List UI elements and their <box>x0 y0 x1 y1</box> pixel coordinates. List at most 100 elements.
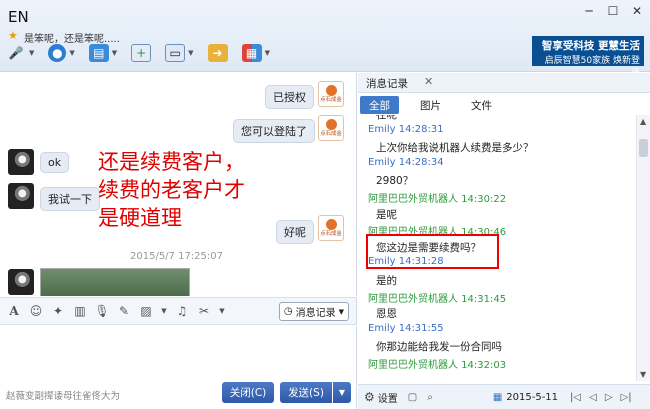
history-bottom-bar: ⚙ 设置 ▢ ⌕ ▦ 2015-5-11 |◁ ◁ ▷ ▷| <box>358 384 650 409</box>
scissors-icon[interactable]: ✂ <box>196 303 212 319</box>
tab-message-history[interactable]: 消息记录 <box>366 76 408 91</box>
chevron-down-icon: ▼ <box>111 49 118 57</box>
history-message-header: 阿里巴巴外贸机器人 14:32:03 <box>368 360 507 371</box>
apps-icon: ▦ <box>241 44 262 62</box>
chevron-down-icon[interactable]: ▼ <box>218 303 226 319</box>
ad-line-1: 智享受科技 更慧生活 <box>541 40 640 52</box>
video-call-button[interactable]: ● ▼ <box>48 44 75 62</box>
history-message-text: 2980？ <box>376 175 414 188</box>
message-history-button[interactable]: ◷ 消息记录 ▼ <box>278 302 349 321</box>
history-message-text: 是的 <box>376 275 397 287</box>
calendar-icon[interactable]: ▦ <box>493 392 502 403</box>
apps-button[interactable]: ▦ ▼ <box>241 44 270 62</box>
annotation-line: 是硬道理 <box>98 206 182 230</box>
contact-signature: 是笨呢，还是笨呢..... <box>24 34 120 45</box>
prev-page-icon[interactable]: ◁ <box>589 392 597 403</box>
red-annotation: 还是续费客户， 续费的老客户才 是硬道理 <box>98 148 328 232</box>
message-input[interactable] <box>0 326 357 381</box>
group-add-icon: + <box>131 44 152 62</box>
avatar-label: 点石成金 <box>320 130 342 137</box>
last-page-icon[interactable]: ▷| <box>621 392 632 403</box>
chevron-down-icon: ▼ <box>69 49 75 57</box>
scroll-down-icon[interactable]: ▼ <box>640 370 646 379</box>
history-message-text: 在呢 <box>376 115 397 121</box>
close-icon[interactable]: ✕ <box>424 75 433 88</box>
avatar-label: 点石成金 <box>320 96 342 103</box>
avatar[interactable] <box>8 269 34 295</box>
history-message-text: 恩恩 <box>376 308 397 321</box>
avatar[interactable] <box>8 149 34 175</box>
history-date[interactable]: 2015-5-11 <box>506 392 558 403</box>
share-icon: ➜ <box>207 44 228 62</box>
maximize-icon[interactable]: ☐ <box>606 4 620 18</box>
font-icon[interactable]: A <box>6 303 22 319</box>
close-icon[interactable]: ✕ <box>630 4 644 18</box>
shop-logo-icon <box>325 85 337 96</box>
avatar[interactable]: 点石成金 <box>318 81 344 107</box>
ad-banner[interactable]: 智享受科技 更慧生活 启辰智慧50家族 焕新登场 <box>532 36 644 79</box>
input-toolbar: A ☺ ✦ ▥ 🎙 ✎ ▨ ▼ ♫ ✂ ▼ ◷ 消息记录 ▼ <box>0 297 357 325</box>
send-options-button[interactable]: ▼ <box>333 382 351 403</box>
first-page-icon[interactable]: |◁ <box>570 392 581 403</box>
settings-icon[interactable]: ⚙ <box>364 390 375 404</box>
shake-icon[interactable]: ✦ <box>50 303 66 319</box>
history-message-text: 上次你给我说机器人续费是多少？ <box>376 142 534 155</box>
search-icon[interactable]: ⌕ <box>427 392 433 403</box>
chevron-down-icon[interactable]: ▼ <box>160 303 168 319</box>
remote-desktop-button[interactable]: ▭ ▼ <box>165 44 194 62</box>
next-page-icon[interactable]: ▷ <box>605 392 613 403</box>
message-bubble: ok <box>40 152 70 173</box>
monitor-icon: ▭ <box>165 44 186 62</box>
create-discussion-button[interactable]: + <box>131 44 152 62</box>
message-bubble: 已授权 <box>265 85 314 109</box>
chevron-down-icon: ▼ <box>338 307 344 316</box>
emoji-icon[interactable]: ☺ <box>28 303 44 319</box>
chevron-down-icon: ▼ <box>29 49 35 57</box>
filter-all-button[interactable]: 全部 <box>360 96 399 114</box>
scrollbar-thumb[interactable] <box>639 139 648 157</box>
send-file-button[interactable]: ▤ ▼ <box>88 44 118 62</box>
chevron-down-icon: ▼ <box>188 49 194 57</box>
edit-icon[interactable]: ✎ <box>116 303 132 319</box>
scroll-up-icon[interactable]: ▲ <box>640 117 646 126</box>
minimize-icon[interactable]: ─ <box>582 4 596 18</box>
filter-files-button[interactable]: 文件 <box>462 96 501 114</box>
contact-name: EN <box>8 8 29 26</box>
history-message-header: Emily 14:28:31 <box>368 123 444 135</box>
voice-icon[interactable]: 🎙 <box>94 303 110 319</box>
filter-images-button[interactable]: 图片 <box>411 96 450 114</box>
history-message-text: 是呢 <box>376 208 397 221</box>
news-ticker[interactable]: 赵薇变副撵诿母往雀佟大为 <box>6 388 120 402</box>
avatar[interactable]: 点石成金 <box>318 115 344 141</box>
annotation-line: 续费的老客户才 <box>98 178 245 202</box>
voice-call-button[interactable]: 🎤 ▼ <box>6 44 35 62</box>
share-screen-button[interactable]: ➜ <box>207 44 228 62</box>
image-icon[interactable]: ▨ <box>138 303 154 319</box>
history-tab-bar: 消息记录 ✕ <box>358 73 650 93</box>
shop-logo-icon <box>325 119 337 130</box>
send-button[interactable]: 发送(S) <box>280 382 332 403</box>
bubble-icon[interactable]: ▢ <box>408 392 417 403</box>
history-filters: 全部 图片 文件 <box>358 95 650 115</box>
microphone-icon: 🎤 <box>8 46 24 60</box>
chat-toolbar: 🎤 ▼ ● ▼ ▤ ▼ + ▭ ▼ ➜ ▦ ▼ <box>6 44 284 62</box>
chevron-down-icon: ▼ <box>264 49 270 57</box>
annotation-line: 还是续费客户， <box>98 150 245 174</box>
chat-message-area: 已授权 点石成金 您可以登陆了 点石成金 ok 我试一下 好呢 点石成金 201… <box>0 73 357 296</box>
message-history-label: 消息记录 <box>295 308 336 319</box>
history-message-header: 阿里巴巴外贸机器人 14:31:45 <box>368 293 507 305</box>
star-icon: ★ <box>8 29 18 42</box>
settings-label[interactable]: 设置 <box>378 390 398 405</box>
close-button[interactable]: 关闭(C) <box>222 382 274 403</box>
title-bar: EN ★ 是笨呢，还是笨呢..... ─ ☐ ✕ 🎤 ▼ ● ▼ ▤ ▼ + ▭ ▼ ➜… <box>0 0 650 79</box>
message-bubble: 我试一下 <box>40 187 100 211</box>
music-icon[interactable]: ♫ <box>174 303 190 319</box>
message-bubble: 您可以登陆了 <box>233 119 315 143</box>
history-message-text: 你那边能给我发一份合同吗 <box>376 341 502 354</box>
history-message-header: Emily 14:28:34 <box>368 156 444 168</box>
screenshot-thumbnail[interactable] <box>40 268 190 296</box>
screenshot-icon[interactable]: ▥ <box>72 303 88 319</box>
history-scrollbar[interactable]: ▲ ▼ <box>636 115 650 381</box>
avatar[interactable] <box>8 183 34 209</box>
highlight-box <box>366 234 499 269</box>
